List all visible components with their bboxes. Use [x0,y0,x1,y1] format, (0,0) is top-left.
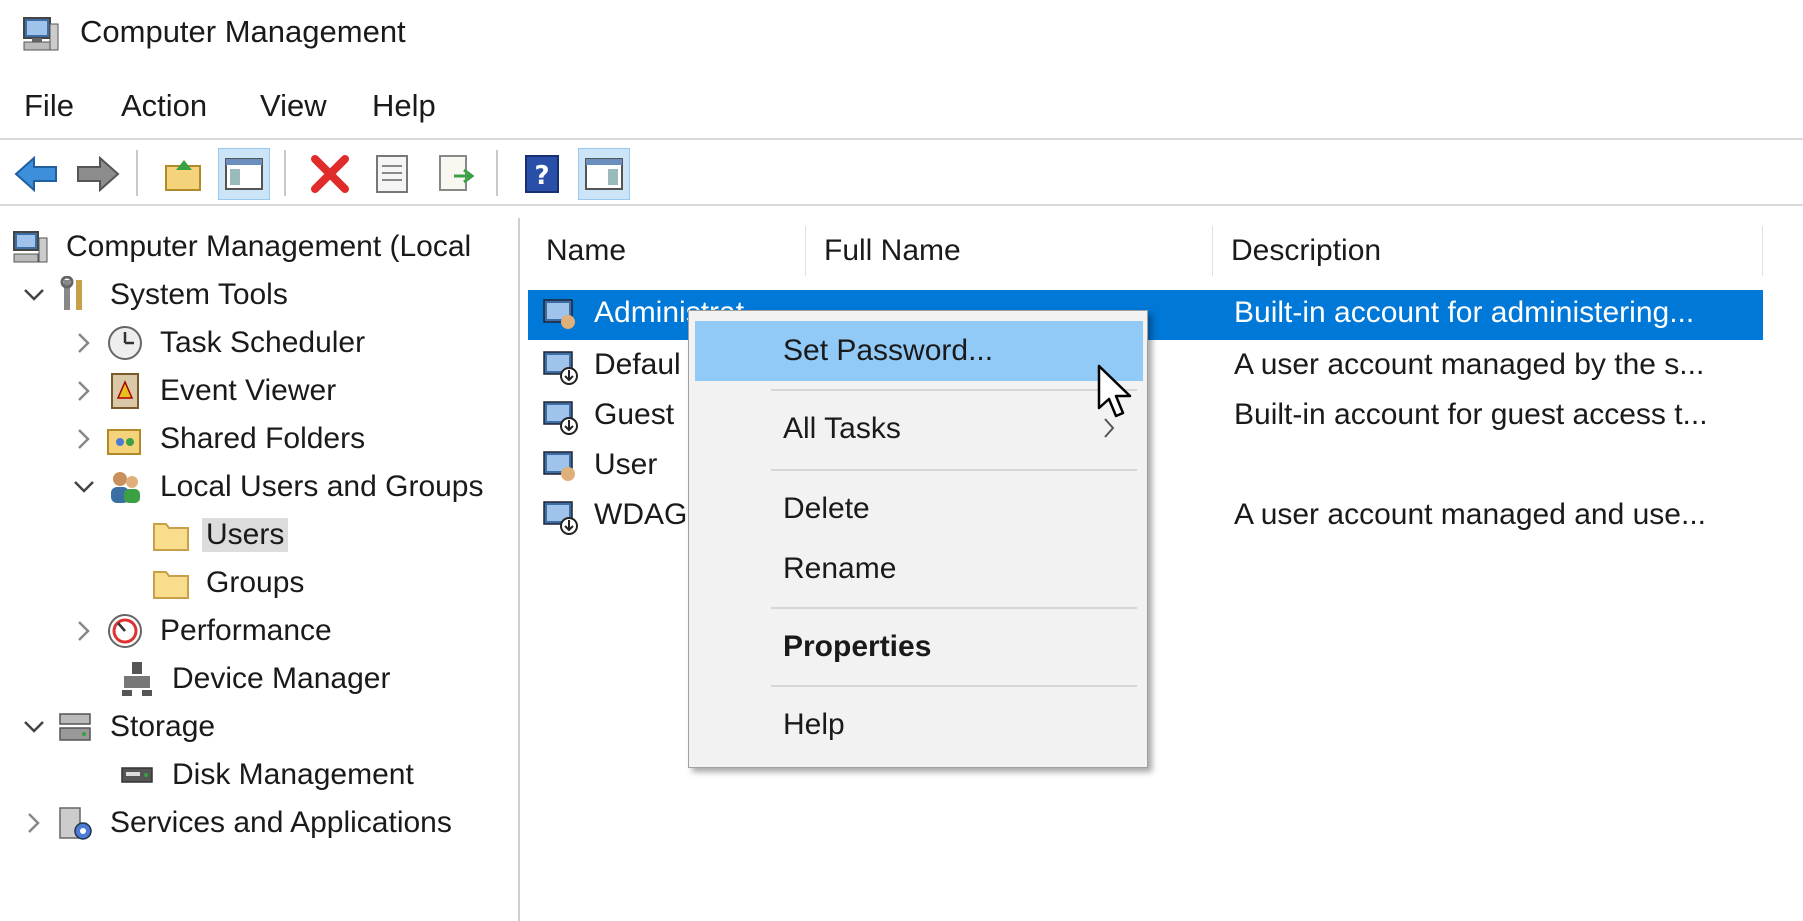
menu-item-label: All Tasks [783,412,901,445]
tree-item-computer-management[interactable]: Computer Management (Local [12,224,475,270]
user-icon [543,299,575,329]
chevron-down-icon[interactable] [20,713,48,741]
user-name: Guest [594,398,675,431]
tree-item-users[interactable]: Users [152,512,289,558]
chevron-right-icon[interactable] [70,617,98,645]
menu-item-all-tasks[interactable]: All Tasks [695,399,1143,459]
export-list-icon[interactable] [430,148,482,200]
context-menu: Set Password... All Tasks Delete Rename … [688,310,1148,768]
svg-text:?: ? [534,161,549,191]
menu-item-properties[interactable]: Properties [695,617,1143,677]
tree-label: Disk Management [172,758,414,791]
menu-item-set-password[interactable]: Set Password... [695,321,1143,381]
tree-item-system-tools[interactable]: System Tools [20,272,292,318]
column-header-description[interactable]: Description [1213,226,1763,276]
device-manager-icon [122,662,152,696]
tree-label: Event Viewer [160,374,337,407]
users-group-icon [111,472,140,503]
user-description: Built-in account for guest access t... [1234,398,1708,431]
tree-item-groups[interactable]: Groups [152,560,308,606]
shared-folder-icon [107,429,141,455]
column-header-full-name[interactable]: Full Name [806,226,1213,276]
up-folder-icon[interactable] [158,148,210,200]
chevron-right-icon[interactable] [70,377,98,405]
menu-view[interactable]: View [260,88,327,124]
tree-item-disk-management[interactable]: Disk Management [118,752,418,798]
chevron-down-icon[interactable] [20,281,48,309]
services-icon [59,807,92,840]
disk-management-icon [121,767,153,783]
show-hide-console-tree-icon[interactable] [218,148,270,200]
event-viewer-icon [111,373,139,409]
tree-label: Local Users and Groups [160,470,484,503]
disabled-user-icon [543,351,578,385]
storage-icon [59,713,91,741]
chevron-right-icon[interactable] [70,329,98,357]
console-tree: Computer Management (Local System Tools … [0,218,520,921]
menu-item-help[interactable]: Help [695,695,1143,755]
properties-icon[interactable] [366,148,418,200]
chevron-down-icon[interactable] [70,473,98,501]
menu-item-rename[interactable]: Rename [695,539,1143,599]
user-icon [543,451,575,481]
user-description: Built-in account for administering... [1234,296,1695,329]
delete-icon[interactable] [304,148,356,200]
clock-icon [108,326,142,360]
tree-item-device-manager[interactable]: Device Manager [118,656,394,702]
help-icon[interactable]: ? [516,148,568,200]
forward-arrow-icon[interactable] [72,148,124,200]
computer-management-icon [13,231,48,263]
tree-label: Computer Management (Local [66,230,472,263]
menu-item-delete[interactable]: Delete [695,479,1143,539]
tools-icon [60,276,82,310]
disabled-user-icon [543,401,578,435]
tree-item-services-and-applications[interactable]: Services and Applications [20,800,456,846]
user-description: A user account managed and use... [1234,498,1706,531]
title-bar: Computer Management [0,0,1803,68]
tree-label: Device Manager [172,662,391,695]
folder-icon [153,571,189,599]
tree-label: Shared Folders [160,422,366,455]
user-description: A user account managed by the s... [1234,348,1705,381]
menu-bar: File Action View Help [0,78,1803,134]
user-name: User [594,448,658,481]
tree-label: Performance [160,614,332,647]
user-name: WDAG [594,498,688,531]
tree-label: System Tools [110,278,288,311]
chevron-right-icon[interactable] [70,425,98,453]
tree-label: Users [202,518,289,552]
menu-file[interactable]: File [24,88,74,124]
tree-label: Storage [110,710,216,743]
folder-icon [153,523,189,551]
tree-item-shared-folders[interactable]: Shared Folders [70,416,369,462]
window-title: Computer Management [80,14,406,49]
performance-icon [108,614,142,648]
user-name: Defaul [594,348,681,381]
mouse-pointer-icon [1097,364,1132,418]
tree-item-task-scheduler[interactable]: Task Scheduler [70,320,369,366]
column-header-name[interactable]: Name [528,226,806,276]
disabled-user-icon [543,501,578,535]
back-arrow-icon[interactable] [10,148,62,200]
tree-item-event-viewer[interactable]: Event Viewer [70,368,340,414]
show-hide-action-pane-icon[interactable] [578,148,630,200]
toolbar: ? [0,138,1803,206]
tree-item-local-users-and-groups[interactable]: Local Users and Groups [70,464,488,510]
tree-label: Task Scheduler [160,326,366,359]
chevron-right-icon[interactable] [20,809,48,837]
menu-help[interactable]: Help [372,88,436,124]
tree-label: Services and Applications [110,806,452,839]
chevron-right-icon [1104,418,1115,438]
menu-action[interactable]: Action [121,88,207,124]
tree-item-performance[interactable]: Performance [70,608,336,654]
tree-label: Groups [206,566,305,599]
tree-item-storage[interactable]: Storage [20,704,219,750]
computer-management-icon [23,17,59,51]
